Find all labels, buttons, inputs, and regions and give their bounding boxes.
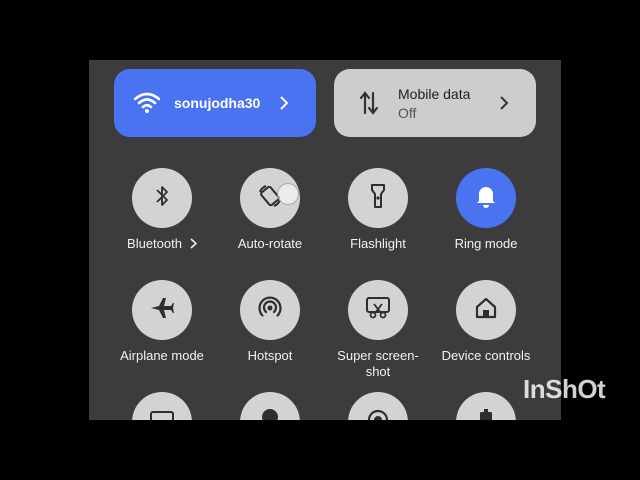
quick-tile-row3-2[interactable] (210, 392, 330, 420)
flashlight-tile[interactable]: Flashlight (318, 168, 438, 252)
screen: sonujodha30 Mobile data Off Bluetooth Au… (0, 0, 640, 480)
super-screenshot-button[interactable] (348, 280, 408, 340)
mobile-data-status: Off (398, 104, 417, 121)
mobile-data-text: Mobile data Off (398, 86, 470, 121)
flashlight-icon (370, 183, 386, 214)
auto-rotate-tile[interactable]: Auto-rotate (210, 168, 330, 252)
airplane-mode-tile[interactable]: Airplane mode (102, 280, 222, 364)
hotspot-icon (257, 295, 283, 326)
auto-rotate-label: Auto-rotate (237, 236, 303, 251)
super-screenshot-label-line2: shot (365, 364, 391, 379)
bluetooth-button[interactable] (132, 168, 192, 228)
tile-button[interactable] (348, 392, 408, 420)
mobile-data-tile[interactable]: Mobile data Off (334, 69, 536, 137)
ring-mode-tile[interactable]: Ring mode (426, 168, 546, 252)
chevron-right-icon[interactable] (190, 237, 198, 253)
super-screenshot-label-line1: Super screen- (337, 348, 419, 363)
wifi-tile[interactable]: sonujodha30 (114, 69, 316, 137)
quick-tile-row3-1[interactable] (102, 392, 222, 420)
home-icon (474, 296, 498, 325)
inshot-watermark: InShOt (523, 374, 606, 404)
mobile-data-arrows-icon (356, 90, 382, 116)
record-icon (366, 408, 390, 420)
touch-indicator (277, 183, 299, 205)
chevron-right-icon[interactable] (274, 91, 294, 115)
bluetooth-icon (154, 184, 170, 213)
device-controls-label: Device controls (441, 348, 531, 363)
tile-button[interactable] (132, 392, 192, 420)
ring-mode-button[interactable] (456, 168, 516, 228)
keyboard-icon (149, 410, 175, 420)
airplane-icon (149, 295, 175, 326)
device-controls-tile[interactable]: Device controls (426, 280, 546, 364)
hotspot-button[interactable] (240, 280, 300, 340)
bluetooth-label-text: Bluetooth (127, 236, 182, 251)
quick-settings-panel: sonujodha30 Mobile data Off Bluetooth Au… (89, 60, 561, 420)
mobile-data-title: Mobile data (398, 85, 471, 102)
device-controls-button[interactable] (456, 280, 516, 340)
super-screenshot-label: Super screen- shot (318, 348, 438, 380)
screenshot-scissors-icon (365, 296, 391, 325)
hotspot-label: Hotspot (247, 348, 293, 363)
airplane-mode-label: Airplane mode (120, 348, 204, 363)
wifi-network-name: sonujodha30 (174, 95, 261, 111)
quick-tile-row3-3[interactable] (318, 392, 438, 420)
bluetooth-tile[interactable]: Bluetooth (102, 168, 222, 253)
flashlight-label: Flashlight (350, 236, 406, 251)
location-icon (260, 407, 280, 420)
tile-button[interactable] (456, 392, 516, 420)
flashlight-button[interactable] (348, 168, 408, 228)
battery-icon (479, 408, 493, 420)
airplane-mode-button[interactable] (132, 280, 192, 340)
hotspot-tile[interactable]: Hotspot (210, 280, 330, 364)
tile-button[interactable] (240, 392, 300, 420)
ring-mode-label: Ring mode (454, 236, 518, 251)
chevron-right-icon[interactable] (494, 91, 514, 115)
bluetooth-label: Bluetooth (102, 236, 222, 253)
super-screenshot-tile[interactable]: Super screen- shot (318, 280, 438, 380)
bell-icon (475, 184, 497, 213)
wifi-icon (134, 90, 160, 116)
